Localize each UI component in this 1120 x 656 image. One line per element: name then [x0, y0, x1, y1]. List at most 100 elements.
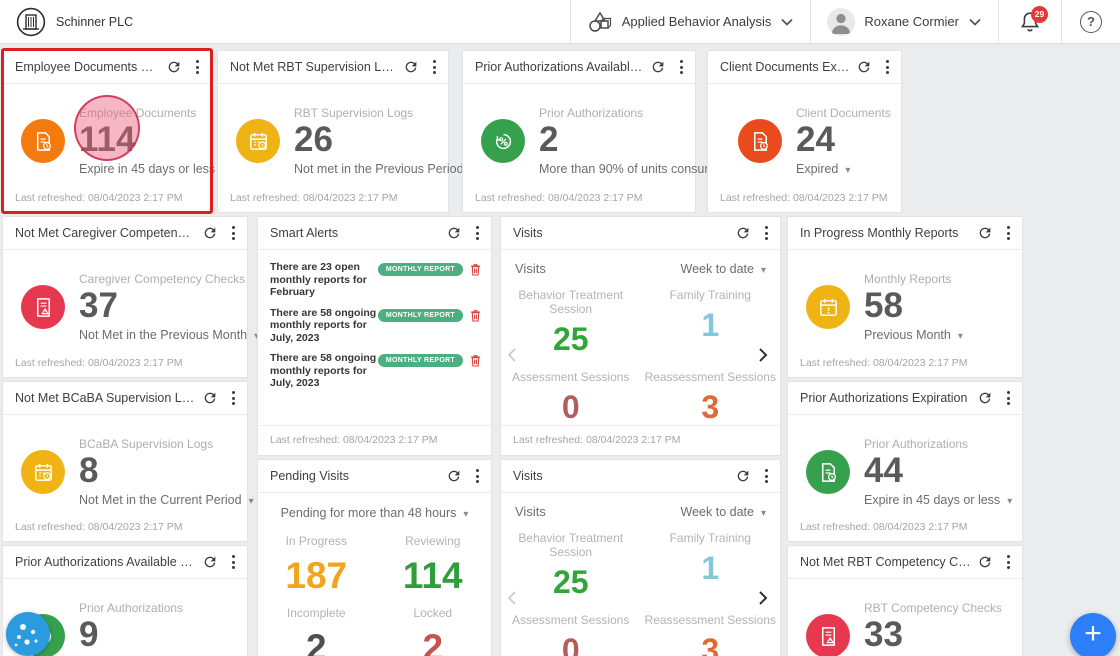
brand: Schinner PLC	[0, 7, 570, 37]
refresh-icon[interactable]	[166, 59, 182, 75]
visits-subtitle: Visits	[515, 504, 546, 519]
refresh-icon[interactable]	[202, 554, 218, 570]
carousel-prev-icon[interactable]	[507, 588, 523, 608]
alert-type-badge: MONTHLY REPORT	[377, 308, 463, 322]
refresh-icon[interactable]	[202, 225, 218, 241]
alert-text: There are 58 ongoing monthly reports for…	[270, 352, 377, 389]
kebab-menu-icon[interactable]	[678, 58, 685, 76]
stat-filter-dropdown[interactable]: Expire in 45 days or less▾	[79, 162, 227, 176]
visits-subtitle: Visits	[515, 261, 546, 276]
kebab-menu-icon[interactable]	[763, 224, 770, 242]
last-refreshed: Last refreshed: 08/04/2023 2:17 PM	[501, 425, 780, 446]
company-name: Schinner PLC	[56, 14, 134, 29]
metric-value: 187	[285, 555, 348, 596]
user-menu[interactable]: Roxane Cormier	[811, 0, 998, 44]
metric-label: Locked	[413, 606, 453, 620]
kebab-menu-icon[interactable]	[474, 224, 481, 242]
add-button[interactable]: +	[1070, 613, 1116, 656]
range-dropdown[interactable]: Week to date ▾	[681, 262, 766, 276]
card-not-met-rbt-competency-checks: Not Met RBT Competency Checks RBT Compet…	[787, 545, 1023, 656]
last-refreshed: Last refreshed: 08/04/2023 2:17 PM	[720, 192, 888, 204]
stat-label: Client Documents	[796, 106, 891, 120]
stat-filter-dropdown[interactable]: Not met in the Previous Period▾	[294, 162, 476, 176]
stat-filter-dropdown[interactable]: Not Met in the Previous Month▾	[79, 328, 259, 342]
refresh-icon[interactable]	[650, 59, 666, 75]
refresh-icon[interactable]	[202, 390, 218, 406]
trash-icon[interactable]	[470, 354, 481, 367]
stat-filter-dropdown[interactable]: Previous Month ▾	[864, 328, 963, 342]
range-dropdown[interactable]: Week to date ▾	[681, 505, 766, 519]
last-refreshed: Last refreshed: 08/04/2023 2:17 PM	[475, 192, 643, 204]
carousel-next-icon[interactable]	[758, 345, 774, 365]
card-visits-1: Visits Visits Week to date ▾ Behavior Tre…	[500, 216, 781, 456]
kebab-menu-icon[interactable]	[230, 553, 237, 571]
document-warning-icon	[21, 285, 65, 329]
help-button[interactable]: ?	[1062, 0, 1120, 44]
alert-type-badge: MONTHLY REPORT	[377, 263, 463, 276]
filter-label: Previous Month	[864, 328, 951, 342]
notifications-button[interactable]: 29	[999, 0, 1061, 44]
last-refreshed: Last refreshed: 08/04/2023 2:17 PM	[258, 425, 491, 446]
metric-label: Assessment Sessions	[512, 613, 630, 627]
caret-down-icon: ▾	[760, 507, 766, 519]
calendar-alert-icon	[806, 285, 850, 329]
kebab-menu-icon[interactable]	[1005, 553, 1012, 571]
caret-down-icon: ▾	[957, 331, 963, 342]
alert-type-badge: MONTHLY REPORT	[377, 354, 463, 367]
kebab-menu-icon[interactable]	[230, 224, 237, 242]
alert-item: There are 58 ongoing monthly reports for…	[270, 307, 481, 345]
kebab-menu-icon[interactable]	[884, 58, 891, 76]
org-selector[interactable]: Applied Behavior Analysis	[571, 0, 811, 44]
cookie-icon	[14, 624, 38, 647]
calendar-clock-icon	[236, 119, 280, 163]
stat-value: 44	[864, 451, 903, 490]
last-refreshed: Last refreshed: 08/04/2023 2:17 PM	[800, 521, 968, 533]
kebab-menu-icon[interactable]	[763, 467, 770, 485]
card-prior-authorizations-expiration: Prior Authorizations Expiration Prior Au…	[787, 381, 1023, 542]
org-name: Applied Behavior Analysis	[621, 14, 772, 29]
last-refreshed: Last refreshed: 08/04/2023 2:17 PM	[15, 192, 183, 204]
stat-filter-dropdown[interactable]: Not Met in the Current Period ▾	[79, 493, 254, 507]
last-refreshed: Last refreshed: 08/04/2023 2:17 PM	[15, 357, 183, 369]
kebab-menu-icon[interactable]	[194, 58, 201, 76]
stat-filter-dropdown[interactable]: Expired ▾	[796, 162, 891, 176]
kebab-menu-icon[interactable]	[1005, 224, 1012, 242]
refresh-icon[interactable]	[403, 59, 419, 75]
kebab-menu-icon[interactable]	[230, 389, 237, 407]
metric-label: Family Training	[669, 531, 751, 545]
trash-icon[interactable]	[470, 263, 481, 276]
kebab-menu-icon[interactable]	[431, 58, 438, 76]
refresh-icon[interactable]	[977, 390, 993, 406]
refresh-icon[interactable]	[856, 59, 872, 75]
refresh-icon[interactable]	[446, 225, 462, 241]
last-refreshed: Last refreshed: 08/04/2023 2:17 PM	[15, 521, 183, 533]
stat-value: 8	[79, 451, 99, 490]
caret-down-icon: ▾	[760, 264, 766, 276]
kebab-menu-icon[interactable]	[1005, 389, 1012, 407]
refresh-icon[interactable]	[977, 554, 993, 570]
avatar	[827, 7, 856, 36]
stat-label: Prior Authorizations	[864, 437, 969, 451]
refresh-icon[interactable]	[977, 225, 993, 241]
calendar-clock-icon	[21, 450, 65, 494]
alert-item: There are 23 open monthly reports for Fe…	[270, 261, 481, 299]
stat-filter-dropdown[interactable]: Expire in 45 days or less▾	[864, 493, 1012, 507]
carousel-prev-icon[interactable]	[507, 345, 523, 365]
top-bar: Schinner PLC Applied Behavior Analysis R…	[0, 0, 1120, 44]
filter-label: Expired	[796, 162, 839, 176]
pending-filter-dropdown[interactable]: Pending for more than 48 hours ▾	[258, 506, 491, 520]
stat-value: 24	[796, 120, 835, 159]
metric-value: 114	[402, 555, 463, 596]
card-title: Smart Alerts	[270, 226, 339, 240]
filter-label: Pending for more than 48 hours	[280, 506, 457, 520]
refresh-icon[interactable]	[735, 225, 751, 241]
metric-label: Family Training	[669, 288, 751, 302]
refresh-icon[interactable]	[735, 468, 751, 484]
refresh-icon[interactable]	[446, 468, 462, 484]
cookie-widget-button[interactable]	[6, 612, 50, 656]
document-clock-icon	[806, 450, 850, 494]
trash-icon[interactable]	[470, 309, 481, 322]
kebab-menu-icon[interactable]	[474, 467, 481, 485]
metric-value: 3	[701, 389, 720, 425]
carousel-next-icon[interactable]	[758, 588, 774, 608]
